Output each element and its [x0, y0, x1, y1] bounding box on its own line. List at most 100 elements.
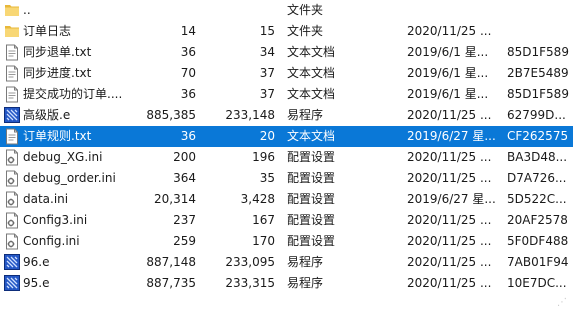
e-program-icon [4, 275, 20, 292]
file-type: 文件夹 [287, 3, 324, 17]
folder-icon [4, 23, 20, 40]
file-name: 同步退单.txt [23, 45, 92, 59]
file-crc: 5D522C... [507, 192, 567, 206]
file-row[interactable]: 高级版.e 885,385 233,148 易程序 2020/11/25 ... 6279… [0, 105, 573, 126]
file-crc: 85D1F589 [507, 45, 569, 59]
file-name: Config3.ini [23, 213, 88, 227]
file-type: 配置设置 [287, 150, 336, 164]
file-size: 36 [180, 129, 196, 143]
e-program-icon [4, 254, 20, 271]
file-type: 文本文档 [287, 87, 336, 101]
file-row[interactable]: 96.e 887,148 233,095 易程序 2020/11/25 ... 7AB01… [0, 252, 573, 273]
ini-file-icon [4, 149, 20, 166]
file-packed-size: 170 [252, 234, 275, 248]
text-file-icon [4, 44, 20, 61]
file-size: 364 [173, 171, 196, 185]
file-name: 95.e [23, 276, 50, 290]
file-modified: 2020/11/25 ... [407, 24, 492, 38]
file-type: 易程序 [287, 255, 324, 269]
file-crc: 20AF2578 [507, 213, 568, 227]
file-modified: 2019/6/1 星... [407, 66, 489, 80]
file-row[interactable]: .. 文件夹 [0, 0, 573, 21]
file-packed-size: 167 [252, 213, 275, 227]
file-modified: 2019/6/27 星... [407, 192, 496, 206]
file-crc: 7AB01F94 [507, 255, 569, 269]
file-packed-size: 34 [259, 45, 275, 59]
file-row[interactable]: 订单日志 14 15 文件夹 2020/11/25 ... [0, 21, 573, 42]
file-row[interactable]: 订单规则.txt 36 20 文本文档 2019/6/27 星... CF262575 [0, 126, 573, 147]
file-size: 14 [180, 24, 196, 38]
file-row[interactable]: 95.e 887,735 233,315 易程序 2020/11/25 ... 10E7D… [0, 273, 573, 294]
file-name: 同步进度.txt [23, 66, 92, 80]
file-modified: 2020/11/25 ... [407, 108, 492, 122]
file-name: 订单日志 [23, 24, 72, 38]
file-name: 提交成功的订单.... [23, 87, 123, 101]
file-type: 文本文档 [287, 45, 336, 59]
file-size: 70 [180, 66, 196, 80]
file-modified: 2020/11/25 ... [407, 255, 492, 269]
file-modified: 2020/11/25 ... [407, 171, 492, 185]
file-type: 配置设置 [287, 171, 336, 185]
file-row[interactable]: 同步进度.txt 70 37 文本文档 2019/6/1 星... 2B7E5489 [0, 63, 573, 84]
file-packed-size: 233,315 [225, 276, 275, 290]
file-size: 887,148 [146, 255, 196, 269]
file-crc: 2B7E5489 [507, 66, 569, 80]
file-type: 配置设置 [287, 234, 336, 248]
file-size: 20,314 [154, 192, 196, 206]
file-row[interactable]: debug_order.ini 364 35 配置设置 2020/11/25 ... D7… [0, 168, 573, 189]
file-size: 36 [180, 45, 196, 59]
file-name: debug_order.ini [23, 171, 116, 185]
file-type: 配置设置 [287, 213, 336, 227]
file-type: 文件夹 [287, 24, 324, 38]
file-size: 36 [180, 87, 196, 101]
file-type: 文本文档 [287, 66, 336, 80]
file-crc [507, 0, 573, 21]
file-row[interactable]: Config3.ini 237 167 配置设置 2020/11/25 ... 20AF2… [0, 210, 573, 231]
file-packed-size: 15 [259, 24, 275, 38]
file-type: 文本文档 [287, 129, 336, 143]
file-crc: 5F0DF488 [507, 234, 569, 248]
file-row[interactable]: data.ini 20,314 3,428 配置设置 2019/6/27 星... 5D5… [0, 189, 573, 210]
file-modified: 2019/6/1 星... [407, 45, 489, 59]
folder-icon [4, 2, 20, 19]
ini-file-icon [4, 170, 20, 187]
text-file-icon [4, 86, 20, 103]
ini-file-icon [4, 212, 20, 229]
file-packed-size: 233,095 [225, 255, 275, 269]
file-size: 885,385 [146, 108, 196, 122]
ini-file-icon [4, 233, 20, 250]
file-modified: 2019/6/27 星... [407, 129, 496, 143]
file-crc: D7A726... [507, 171, 567, 185]
file-size [120, 0, 196, 21]
file-name: 96.e [23, 255, 50, 269]
file-modified: 2019/6/1 星... [407, 87, 489, 101]
file-type: 配置设置 [287, 192, 336, 206]
file-size: 887,735 [146, 276, 196, 290]
file-row[interactable]: debug_XG.ini 200 196 配置设置 2020/11/25 ... BA3D… [0, 147, 573, 168]
file-size: 237 [173, 213, 196, 227]
file-modified: 2020/11/25 ... [407, 213, 492, 227]
file-packed-size: 233,148 [225, 108, 275, 122]
file-size: 200 [173, 150, 196, 164]
file-crc: 10E7DC... [507, 276, 567, 290]
file-name: debug_XG.ini [23, 150, 103, 164]
file-crc: 62799D... [507, 108, 566, 122]
file-packed-size: 37 [259, 87, 275, 101]
file-name: Config.ini [23, 234, 80, 248]
file-packed-size: 3,428 [240, 192, 275, 206]
file-row[interactable]: 同步退单.txt 36 34 文本文档 2019/6/1 星... 85D1F589 [0, 42, 573, 63]
text-file-icon [4, 65, 20, 82]
file-crc: 85D1F589 [507, 87, 569, 101]
text-file-icon [4, 128, 20, 145]
file-name: 高级版.e [23, 108, 71, 122]
file-modified: 2020/11/25 ... [407, 276, 492, 290]
file-row[interactable]: Config.ini 259 170 配置设置 2020/11/25 ... 5F0DF4… [0, 231, 573, 252]
file-name: .. [23, 3, 31, 17]
file-modified: 2020/11/25 ... [407, 150, 492, 164]
ini-file-icon [4, 191, 20, 208]
file-packed-size [200, 0, 275, 21]
file-size: 259 [173, 234, 196, 248]
file-row[interactable]: 提交成功的订单.... 36 37 文本文档 2019/6/1 星... 85D1F589 [0, 84, 573, 105]
file-crc [507, 21, 573, 42]
file-name: 订单规则.txt [23, 129, 92, 143]
